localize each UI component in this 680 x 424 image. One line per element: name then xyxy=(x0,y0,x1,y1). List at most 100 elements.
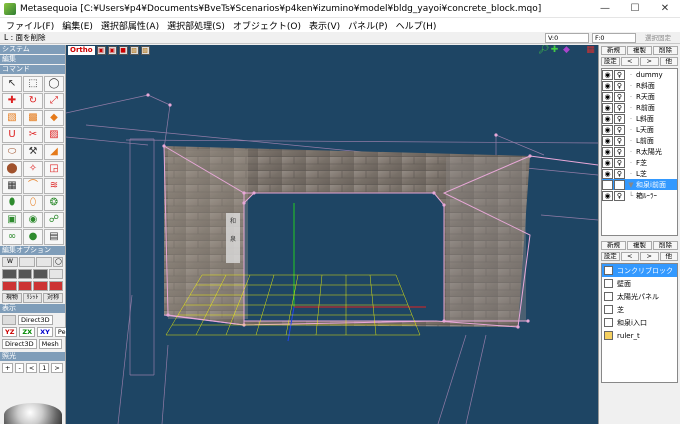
section-command[interactable]: コマンド xyxy=(0,65,65,74)
object-row[interactable]: ◉ ♀ · dummy xyxy=(602,69,677,80)
maximize-button[interactable]: ☐ xyxy=(620,0,650,18)
light-next-button[interactable]: > xyxy=(51,363,63,373)
bend-tool-button[interactable]: ⌒ xyxy=(23,178,43,194)
rect-select-tool-button[interactable]: ⬚ xyxy=(23,76,43,92)
lock-icon[interactable]: ♀ xyxy=(614,135,625,146)
twist-tool-button[interactable]: ≋ xyxy=(44,178,64,194)
lock-icon[interactable]: ♀ xyxy=(614,124,625,135)
render-mesh-button[interactable]: Mesh xyxy=(38,339,62,349)
lock-icon[interactable]: ♀ xyxy=(614,91,625,102)
menu-view[interactable]: 表示(V) xyxy=(305,19,344,32)
view-mode-icon-5[interactable]: ▧ xyxy=(140,46,150,55)
material-prev-button[interactable]: < xyxy=(620,252,639,261)
option-button-4[interactable]: ◯ xyxy=(53,257,63,267)
cylinder-tool-button[interactable]: ⬭ xyxy=(2,144,22,160)
option-button-6[interactable] xyxy=(17,269,32,279)
object-settings-button[interactable]: 設定 xyxy=(601,57,620,66)
object-more-button[interactable]: 他 xyxy=(659,57,678,66)
option-button-8[interactable] xyxy=(48,269,63,279)
selection-lock-button[interactable]: 選択固定 xyxy=(639,33,677,43)
object-row[interactable]: ◉ ♀ · L前面 xyxy=(602,135,677,146)
lock-icon[interactable]: ♀ xyxy=(614,190,625,201)
lock-icon[interactable]: ♀ xyxy=(614,157,625,168)
render-direct3d-button[interactable]: Direct3D xyxy=(2,339,37,349)
section-lighting[interactable]: 照光 xyxy=(0,352,65,361)
material-next-button[interactable]: > xyxy=(640,252,659,261)
object-row[interactable]: ◉ ♀ · L芝 xyxy=(602,168,677,179)
lock-icon[interactable]: ♀ xyxy=(614,179,625,190)
menu-selection-attr[interactable]: 選択部属性(A) xyxy=(97,19,163,32)
object-row[interactable]: ◉ ♀ · R斜面 xyxy=(602,80,677,91)
bevel-tool-button[interactable]: ▩ xyxy=(23,110,43,126)
rotate-view-icon[interactable]: ◆ xyxy=(562,46,571,55)
menu-selection-process[interactable]: 選択部処理(S) xyxy=(163,19,229,32)
rotate-tool-button[interactable]: ↻ xyxy=(23,93,43,109)
ortho-toggle[interactable]: Ortho xyxy=(68,46,95,55)
visibility-eye-icon[interactable]: ◉ xyxy=(602,146,613,157)
extrude-tool-button[interactable]: ▧ xyxy=(2,110,22,126)
option-button-7[interactable] xyxy=(33,269,48,279)
visibility-eye-icon[interactable]: ◉ xyxy=(602,80,613,91)
option-button-2[interactable] xyxy=(19,257,35,267)
menu-panel[interactable]: パネル(P) xyxy=(344,19,391,32)
material-row[interactable]: 壁面 xyxy=(602,277,677,290)
primitive-tool-button[interactable]: ◉ xyxy=(23,212,43,228)
menu-edit[interactable]: 編集(E) xyxy=(58,19,97,32)
option-lock-button[interactable]: ﾘｼｯﾄ xyxy=(22,293,43,303)
visibility-eye-icon[interactable]: ◉ xyxy=(602,113,613,124)
graph-tool-button[interactable]: ☍ xyxy=(44,212,64,228)
material-row[interactable]: 芝 xyxy=(602,303,677,316)
cube-tool-button[interactable]: ▣ xyxy=(2,212,22,228)
menu-help[interactable]: ヘルプ(H) xyxy=(392,19,441,32)
direct3d-button[interactable]: Direct3D xyxy=(18,315,53,325)
light-add-button[interactable]: + xyxy=(2,363,14,373)
option-button-9[interactable] xyxy=(2,281,17,291)
material-row[interactable]: 太陽光パネル xyxy=(602,290,677,303)
light-prev-button[interactable]: < xyxy=(25,363,38,373)
option-button-11[interactable] xyxy=(33,281,48,291)
object-new-button[interactable]: 新規 xyxy=(601,46,626,55)
material-more-button[interactable]: 他 xyxy=(659,252,678,261)
lock-icon[interactable]: ♀ xyxy=(614,168,625,179)
object-row[interactable]: ◉ ♀ · R太陽光 xyxy=(602,146,677,157)
axis-yz-button[interactable]: YZ xyxy=(2,327,18,337)
image-tool-button[interactable]: ▤ xyxy=(44,229,64,245)
view-mode-icon-4[interactable]: ▧ xyxy=(129,46,139,55)
object-row[interactable]: ◉ ♀ · L天面 xyxy=(602,124,677,135)
section-system[interactable]: システム xyxy=(0,45,65,54)
option-button-3[interactable] xyxy=(36,257,52,267)
pan-icon[interactable]: ✚ xyxy=(550,46,559,55)
object-duplicate-button[interactable]: 複製 xyxy=(627,46,652,55)
object-delete-button[interactable]: 削除 xyxy=(653,46,678,55)
lock-icon[interactable]: ♀ xyxy=(614,80,625,91)
lattice-tool-button[interactable]: ▦ xyxy=(2,178,22,194)
visibility-eye-icon[interactable]: ◉ xyxy=(602,179,613,190)
material-row[interactable]: コンクリブロック xyxy=(602,264,677,277)
weight-tool-button[interactable]: ⬯ xyxy=(23,195,43,211)
section-edit[interactable]: 編集 xyxy=(0,55,65,64)
visibility-eye-icon[interactable]: ◉ xyxy=(602,135,613,146)
object-next-button[interactable]: > xyxy=(640,57,659,66)
object-row[interactable]: ◉ ♀ · R前面 xyxy=(602,102,677,113)
material-delete-button[interactable]: 削除 xyxy=(653,241,678,250)
option-button-5[interactable] xyxy=(2,269,17,279)
sphere-tool-button[interactable]: ● xyxy=(23,229,43,245)
object-row[interactable]: ◉ ♀ ▼ 和泉i前面 xyxy=(602,179,677,190)
lock-icon[interactable]: ♀ xyxy=(614,102,625,113)
section-display[interactable]: 表示 xyxy=(0,304,65,313)
zoom-icon[interactable]: 🔎︎ xyxy=(538,46,549,55)
torus-tool-button[interactable]: ∞ xyxy=(2,229,22,245)
lighting-preview-sphere[interactable] xyxy=(4,403,62,424)
visibility-eye-icon[interactable]: ◉ xyxy=(602,190,613,201)
object-prev-button[interactable]: < xyxy=(620,57,639,66)
material-new-button[interactable]: 新規 xyxy=(601,241,626,250)
mapping-tool-button[interactable]: ◲ xyxy=(44,161,64,177)
select-tool-button[interactable]: ↖ xyxy=(2,76,22,92)
object-row[interactable]: ◉ ♀ · F芝 xyxy=(602,157,677,168)
3d-viewport[interactable]: 和 泉 Ortho ▣ ▣ ■ ▧ ▧ 🔎︎ ✚ ◆ ▦ xyxy=(66,45,598,424)
option-button-10[interactable] xyxy=(17,281,32,291)
close-button[interactable]: ✕ xyxy=(650,0,680,18)
material-duplicate-button[interactable]: 複製 xyxy=(627,241,652,250)
mirror-tool-button[interactable]: ◢ xyxy=(44,144,64,160)
scale-tool-button[interactable]: ⤢ xyxy=(44,93,64,109)
